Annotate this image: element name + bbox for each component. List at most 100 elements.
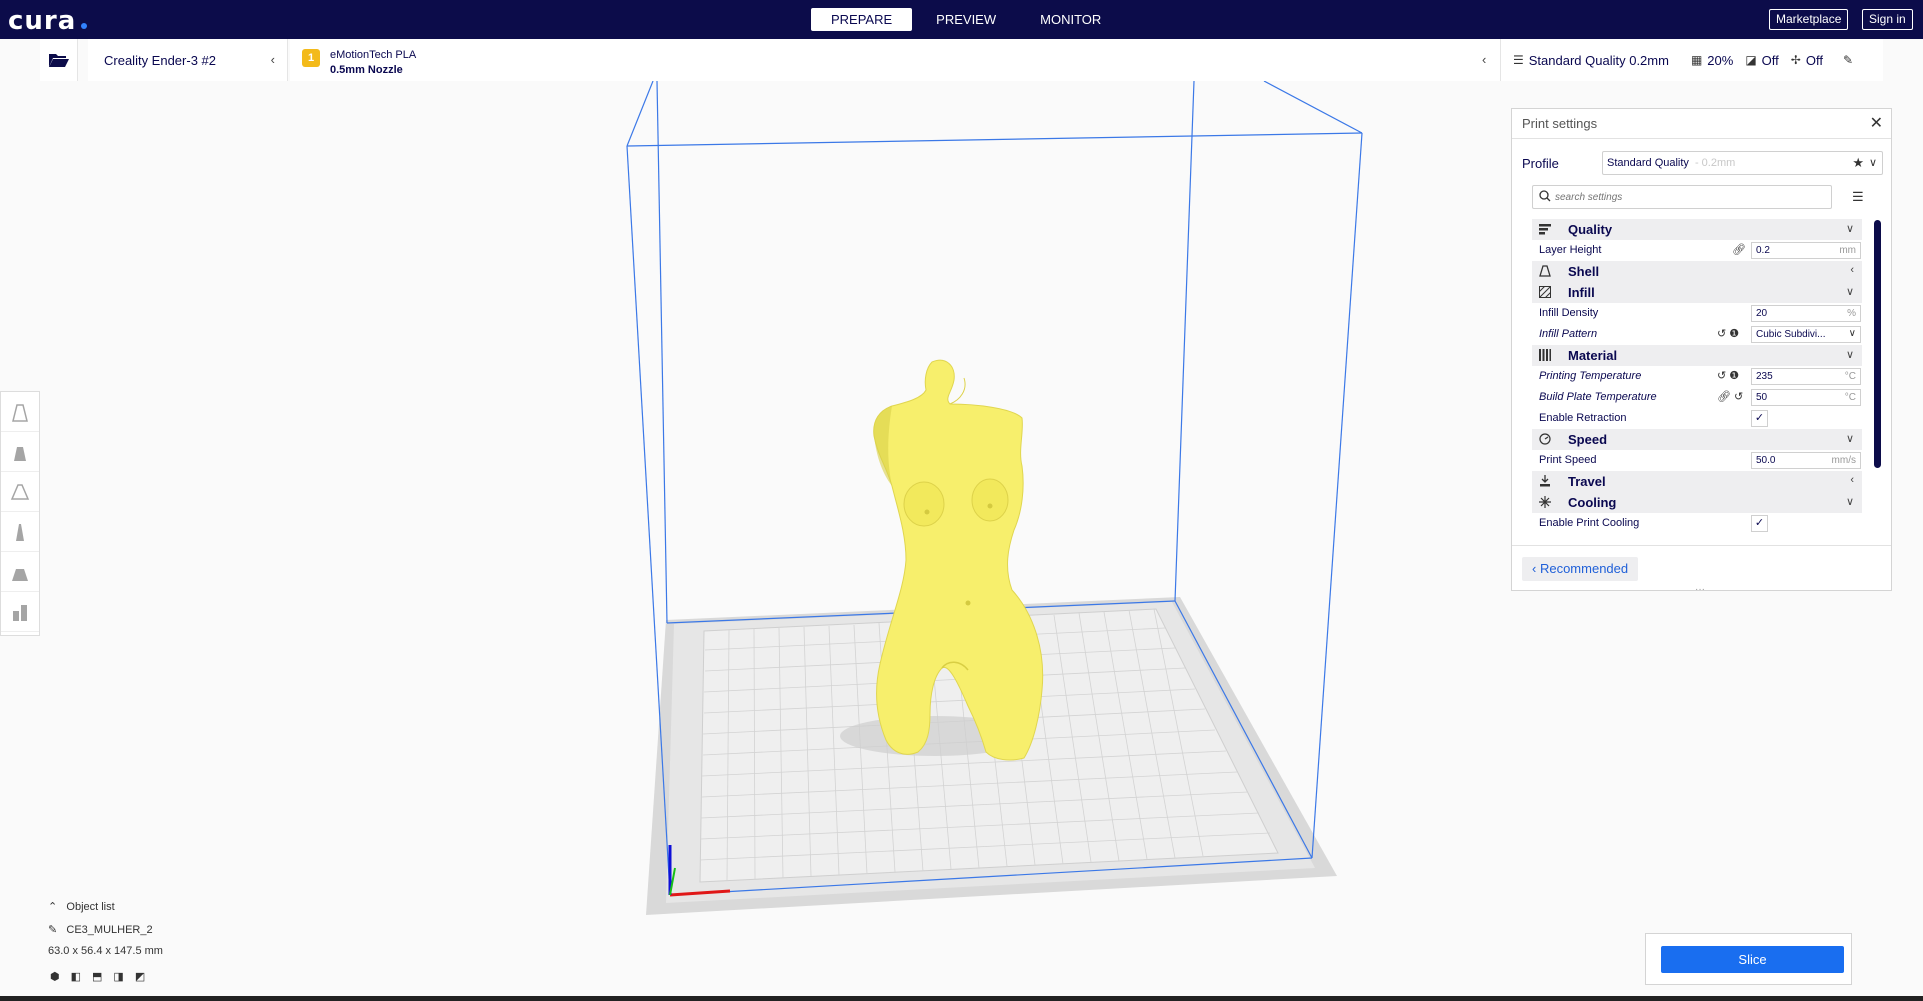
category-infill[interactable]: Infill ∨ <box>1532 282 1862 303</box>
search-icon <box>1539 190 1551 202</box>
setting-printing-temperature: Printing Temperature ↺ ❶ 235 °C <box>1532 366 1862 387</box>
cura-window: { "app": { "logo": "cura" }, "stages": [… <box>0 0 1923 1001</box>
search-box[interactable] <box>1532 185 1832 209</box>
chevron-down-icon: ∨ <box>1845 223 1854 235</box>
nozzle-size: 0.5mm Nozzle <box>330 64 403 76</box>
infill-icon <box>1539 286 1551 298</box>
panel-footer: ‹ Recommended ··· <box>1512 545 1891 595</box>
print-setup-selector[interactable]: ☰ Standard Quality 0.2mm ▦ 20% ◪ Off ✢ O… <box>1500 39 1883 81</box>
left-view-icon[interactable]: ◨ <box>113 970 123 983</box>
move-tool[interactable] <box>1 392 39 432</box>
chevron-left-icon: ‹ <box>1850 264 1854 276</box>
category-material[interactable]: Material ∨ <box>1532 345 1862 366</box>
profile-dropdown[interactable]: Standard Quality - 0.2mm ★ ∨ <box>1602 151 1883 175</box>
logo-dot <box>81 23 87 29</box>
mirror-icon <box>16 523 24 541</box>
object-dimensions: 63.0 x 56.4 x 147.5 mm <box>48 945 163 957</box>
scale-tool[interactable] <box>1 432 39 472</box>
setting-print-speed: Print Speed 50.0 mm/s <box>1532 450 1862 471</box>
link-icon[interactable]: 🔗︎ <box>1732 243 1746 256</box>
adhesion-icon: ✢ <box>1790 53 1801 67</box>
shell-icon <box>1539 265 1551 277</box>
build-plate-temperature-field[interactable]: 50 °C <box>1751 389 1861 406</box>
printer-selector[interactable]: Creality Ender-3 #2 ‹ <box>88 39 288 81</box>
print-speed-field[interactable]: 50.0 mm/s <box>1751 452 1861 469</box>
setting-infill-pattern: Infill Pattern ↺ ❶ Cubic Subdivi... ∨ <box>1532 324 1862 345</box>
settings-menu-icon[interactable]: ☰ <box>1852 189 1864 205</box>
material-selector[interactable]: 1 eMotionTech PLA 0.5mm Nozzle ‹ <box>290 39 1500 81</box>
front-view-icon[interactable]: ◧ <box>71 970 81 983</box>
tab-prepare[interactable]: PREPARE <box>811 8 913 31</box>
folder-icon <box>48 54 69 67</box>
support-summary: ◪ Off <box>1745 52 1779 68</box>
quality-icon <box>1539 224 1551 235</box>
category-shell[interactable]: Shell ‹ <box>1532 261 1862 282</box>
move-icon <box>12 403 28 422</box>
setting-enable-retraction: Enable Retraction ✓ <box>1532 408 1862 429</box>
sign-in-button[interactable]: Sign in <box>1862 9 1913 30</box>
category-travel[interactable]: Travel ‹ <box>1532 471 1862 492</box>
printer-name: Creality Ender-3 #2 <box>104 52 216 68</box>
setting-enable-print-cooling: Enable Print Cooling ✓ <box>1532 513 1862 534</box>
rotate-tool[interactable] <box>1 472 39 512</box>
quality-icon: ☰ <box>1513 53 1524 67</box>
panel-title: Print settings <box>1512 109 1891 139</box>
extruder-badge: 1 <box>302 49 320 67</box>
pencil-icon: ✎ <box>48 924 58 936</box>
search-input[interactable] <box>1555 188 1825 206</box>
tab-preview[interactable]: PREVIEW <box>916 8 1016 31</box>
top-bar: cura PREPARE PREVIEW MONITOR Marketplace… <box>0 0 1923 39</box>
fan-icon <box>1539 496 1551 508</box>
link-reset-icon[interactable]: 🔗︎ ↺ <box>1717 390 1743 403</box>
per-model-settings-icon <box>12 568 28 581</box>
chevron-down-icon: ∨ <box>1845 496 1854 508</box>
infill-summary: ▦ 20% <box>1690 52 1734 68</box>
slice-button[interactable]: Slice <box>1661 946 1844 973</box>
chevron-left-icon: ‹ <box>1482 52 1487 67</box>
infill-icon: ▦ <box>1690 53 1703 67</box>
resize-grip-icon[interactable]: ··· <box>1695 584 1705 595</box>
category-cooling[interactable]: Cooling ∨ <box>1532 492 1862 513</box>
marketplace-button[interactable]: Marketplace <box>1769 9 1849 30</box>
layer-height-field[interactable]: 0.2 mm <box>1751 242 1861 259</box>
bottom-edge <box>0 996 1923 1001</box>
close-icon[interactable]: ✕ <box>1870 113 1883 133</box>
chevron-down-icon: ∨ <box>1848 328 1856 339</box>
right-view-icon[interactable]: ◩ <box>135 970 145 983</box>
infill-pattern-dropdown[interactable]: Cubic Subdivi... ∨ <box>1751 326 1861 343</box>
recommended-button[interactable]: ‹ Recommended <box>1522 557 1639 581</box>
top-view-icon[interactable]: ⬒ <box>92 970 102 983</box>
print-settings-panel: Print settings ✕ Profile Standard Qualit… <box>1511 108 1892 595</box>
adhesion-summary: ✢ Off <box>1790 52 1823 68</box>
edit-icon: ✎ <box>1842 53 1854 67</box>
slice-panel: Slice <box>1645 933 1852 985</box>
settings-scrollbar[interactable] <box>1874 220 1881 468</box>
chevron-up-icon: ⌃ <box>48 901 58 913</box>
mirror-tool[interactable] <box>1 512 39 552</box>
retraction-checkbox[interactable]: ✓ <box>1751 410 1768 427</box>
chevron-down-icon: ∨ <box>1868 157 1877 169</box>
chevron-down-icon: ∨ <box>1845 349 1854 361</box>
infill-density-field[interactable]: 20% <box>1751 305 1861 322</box>
setting-infill-density: Infill Density 20% <box>1532 303 1862 324</box>
object-list-toggle[interactable]: ⌃ Object list <box>48 900 248 913</box>
reset-icon[interactable]: ↺ ❶ <box>1717 327 1739 340</box>
profile-row: Profile Standard Quality - 0.2mm ★ ∨ <box>1512 149 1891 179</box>
category-speed[interactable]: Speed ∨ <box>1532 429 1862 450</box>
object-name-row[interactable]: ✎ CE3_MULHER_2 <box>48 923 248 936</box>
profile-label: Profile <box>1522 156 1559 171</box>
travel-icon <box>1540 475 1550 487</box>
view-buttons: ⬢ ◧ ⬒ ◨ ◩ <box>50 970 156 983</box>
printing-temperature-field[interactable]: 235 °C <box>1751 368 1861 385</box>
setting-build-plate-temperature: Build Plate Temperature 🔗︎ ↺ 50 °C <box>1532 387 1862 408</box>
tab-monitor[interactable]: MONITOR <box>1020 8 1121 31</box>
per-model-settings-tool[interactable] <box>1 552 39 592</box>
reset-icon[interactable]: ↺ ❶ <box>1717 369 1739 382</box>
profile-suffix: - 0.2mm <box>1694 157 1736 169</box>
category-quality[interactable]: Quality ∨ <box>1532 219 1862 240</box>
3d-view-icon[interactable]: ⬢ <box>50 970 60 983</box>
cooling-checkbox[interactable]: ✓ <box>1751 515 1768 532</box>
open-file-button[interactable] <box>40 39 78 81</box>
cura-logo: cura <box>8 6 77 36</box>
support-blocker-tool[interactable] <box>1 592 39 632</box>
